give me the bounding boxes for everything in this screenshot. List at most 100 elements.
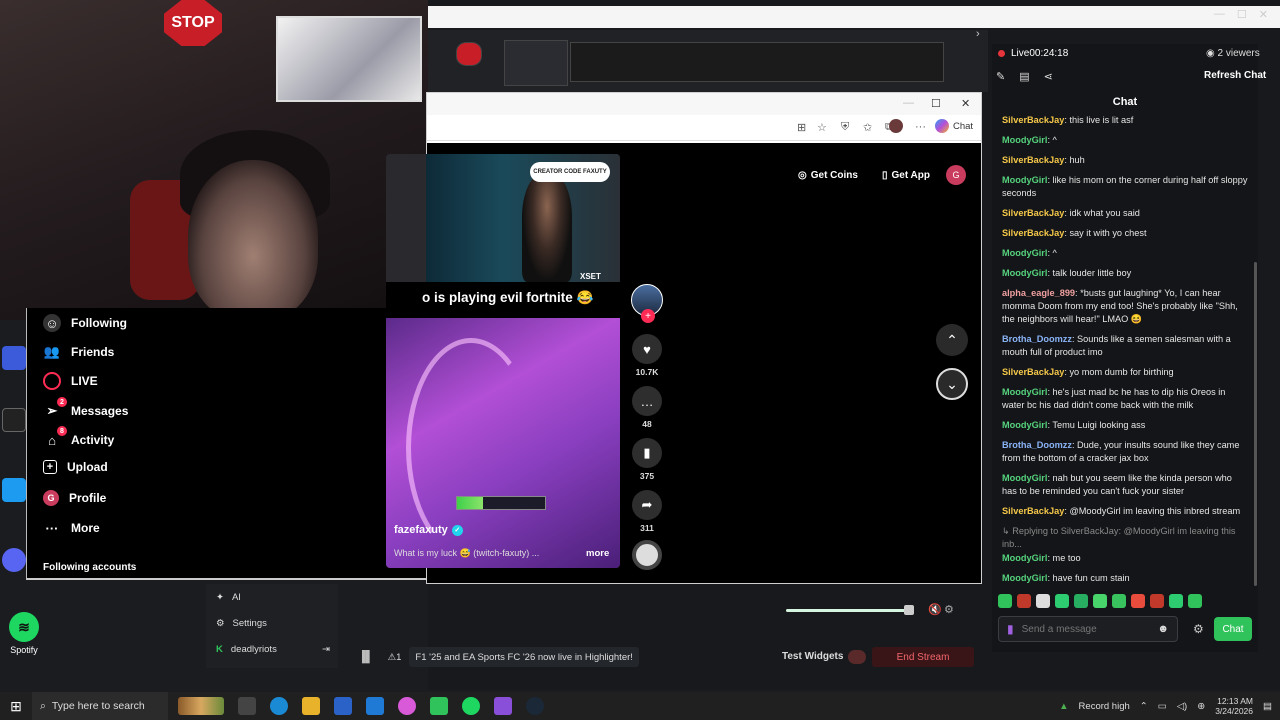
chat-username[interactable]: MoodyGirl — [1002, 473, 1047, 483]
edge-icon[interactable] — [270, 697, 288, 715]
chat-input[interactable] — [1021, 623, 1142, 635]
nav-profile[interactable]: G Profile — [43, 490, 106, 506]
emote-icon[interactable] — [1017, 594, 1031, 608]
nav-activity[interactable]: ⌂ 8 Activity — [43, 426, 114, 449]
gear-icon[interactable]: ⚙ — [944, 603, 954, 616]
discord-desktop-icon[interactable] — [2, 548, 26, 572]
windows-start-icon[interactable]: ⊞ — [0, 692, 32, 720]
more-icon[interactable]: ··· — [915, 121, 926, 133]
chevron-right-icon[interactable]: › — [976, 28, 980, 40]
nav-upload[interactable]: + Upload — [43, 460, 108, 474]
emote-icon[interactable] — [1188, 594, 1202, 608]
save-action[interactable]: ▮ 375 — [630, 438, 664, 481]
share-icon[interactable]: ⋖ — [1044, 70, 1053, 83]
extensions-icon[interactable]: ⊞ — [797, 121, 806, 134]
record-high-label[interactable]: Record high — [1079, 701, 1130, 712]
send-chat-button[interactable]: Chat — [1214, 617, 1252, 641]
chat-username[interactable]: MoodyGirl — [1002, 573, 1047, 583]
get-coins-button[interactable]: ◎ Get Coins — [790, 164, 866, 186]
spotify-desktop-shortcut[interactable]: ≋ Spotify — [4, 612, 44, 655]
chevron-up-icon[interactable]: ⌃ — [936, 324, 968, 356]
streaming-app-taskbar-icon[interactable] — [494, 697, 512, 715]
chat-username[interactable]: MoodyGirl — [1002, 553, 1047, 563]
mute-icon[interactable]: 🔇 — [928, 603, 942, 616]
minimize-icon[interactable]: — — [1214, 8, 1225, 21]
chat-username[interactable]: MoodyGirl — [1002, 387, 1047, 397]
highlighter-notice[interactable]: F1 '25 and EA Sports FC '26 now live in … — [409, 647, 639, 667]
close-icon[interactable]: ✕ — [961, 97, 970, 110]
profile-avatar[interactable] — [889, 119, 903, 133]
emote-icon[interactable] — [1055, 594, 1069, 608]
volume-slider-handle[interactable] — [904, 605, 914, 615]
kick-taskbar-icon[interactable] — [430, 697, 448, 715]
mic-icon[interactable]: ▮ — [1007, 622, 1014, 636]
chat-scrollbar[interactable] — [1254, 262, 1257, 586]
share-action[interactable]: ➦ 311 — [630, 490, 664, 533]
end-stream-button[interactable]: End Stream — [872, 647, 974, 667]
emote-icon[interactable] — [1169, 594, 1183, 608]
chevron-up-icon[interactable]: ⌃ — [1140, 701, 1148, 712]
pencil-icon[interactable]: ✎ — [996, 70, 1005, 83]
logout-icon[interactable]: ⇥ — [322, 644, 330, 655]
copilot-taskbar-icon[interactable] — [398, 697, 416, 715]
more-link[interactable]: more — [586, 548, 609, 559]
video-player[interactable]: CREATOR CODE FAXUTY XSET o is playing ev… — [386, 154, 620, 568]
riot-desktop-icon[interactable] — [2, 478, 26, 502]
chat-username[interactable]: SilverBackJay — [1002, 367, 1064, 377]
chat-username[interactable]: Brotha_Doomzz — [1002, 440, 1072, 450]
sidebar-item-settings[interactable]: ⚙ Settings — [206, 610, 338, 636]
nav-live[interactable]: LIVE — [43, 372, 98, 390]
steam-icon[interactable] — [526, 697, 544, 715]
nav-following[interactable]: ☺ Following — [43, 314, 127, 332]
taskbar-search[interactable]: ⌕ Type here to search — [32, 692, 168, 720]
clock[interactable]: 12:13 AM 3/24/2026 — [1215, 696, 1253, 716]
close-icon[interactable]: ✕ — [1259, 8, 1268, 21]
emoji-icon[interactable]: ☻ — [1157, 623, 1169, 635]
alert-icon[interactable]: ⚠1 — [388, 652, 402, 663]
follow-plus-icon[interactable]: + — [641, 309, 655, 323]
sidebar-item-ai[interactable]: ✦ AI — [206, 584, 338, 610]
weather-widget-icon[interactable] — [178, 697, 224, 715]
user-avatar[interactable]: G — [946, 165, 966, 185]
chat-username[interactable]: SilverBackJay — [1002, 208, 1064, 218]
emote-icon[interactable] — [1112, 594, 1126, 608]
chat-username[interactable]: MoodyGirl — [1002, 135, 1047, 145]
clipboard-icon[interactable]: ▤ — [1019, 70, 1029, 83]
maximize-icon[interactable]: ☐ — [1237, 8, 1247, 21]
emote-icon[interactable] — [1150, 594, 1164, 608]
maximize-icon[interactable]: ☐ — [931, 97, 941, 110]
rec-indicator[interactable] — [848, 650, 866, 664]
network-icon[interactable]: ▭ — [1158, 701, 1167, 712]
chat-username[interactable]: SilverBackJay — [1002, 155, 1064, 165]
chat-username[interactable]: MoodyGirl — [1002, 175, 1047, 185]
chat-username[interactable]: SilverBackJay — [1002, 506, 1064, 516]
chat-username[interactable]: MoodyGirl — [1002, 420, 1047, 430]
notifications-icon[interactable]: ▤ — [1263, 701, 1272, 712]
emote-icon[interactable] — [1036, 594, 1050, 608]
chat-username[interactable]: SilverBackJay — [1002, 115, 1064, 125]
favorites-icon[interactable]: ✩ — [863, 121, 872, 134]
refresh-chat-button[interactable]: Refresh Chat — [1204, 70, 1266, 81]
app-tray-icon[interactable]: ⊕ — [1197, 701, 1205, 712]
spotify-taskbar-icon[interactable] — [462, 697, 480, 715]
test-widgets-button[interactable]: Test Widgets — [782, 651, 843, 662]
emote-icon[interactable] — [1074, 594, 1088, 608]
video-author[interactable]: fazefaxuty ✓ — [394, 524, 463, 536]
chat-username[interactable]: MoodyGirl — [1002, 268, 1047, 278]
creator-avatar-action[interactable]: + — [630, 284, 664, 323]
roblox-desktop-icon[interactable] — [2, 346, 26, 370]
task-view-icon[interactable] — [238, 697, 256, 715]
emote-icon[interactable] — [998, 594, 1012, 608]
chat-username[interactable]: alpha_eagle_899 — [1002, 288, 1075, 298]
volume-track[interactable] — [786, 609, 908, 612]
mail-icon[interactable] — [366, 697, 384, 715]
nav-friends[interactable]: 👥 Friends — [43, 343, 114, 361]
store-icon[interactable] — [334, 697, 352, 715]
nav-more[interactable]: ··· More — [43, 519, 100, 537]
get-app-button[interactable]: ▯ Get App — [874, 164, 938, 186]
gear-icon[interactable]: ⚙ — [1193, 622, 1204, 636]
star-icon[interactable]: ☆ — [817, 121, 827, 134]
chat-username[interactable]: MoodyGirl — [1002, 248, 1047, 258]
epic-games-desktop-icon[interactable] — [2, 408, 26, 432]
sidebar-item-user[interactable]: K deadlyriots ⇥ — [206, 636, 338, 662]
